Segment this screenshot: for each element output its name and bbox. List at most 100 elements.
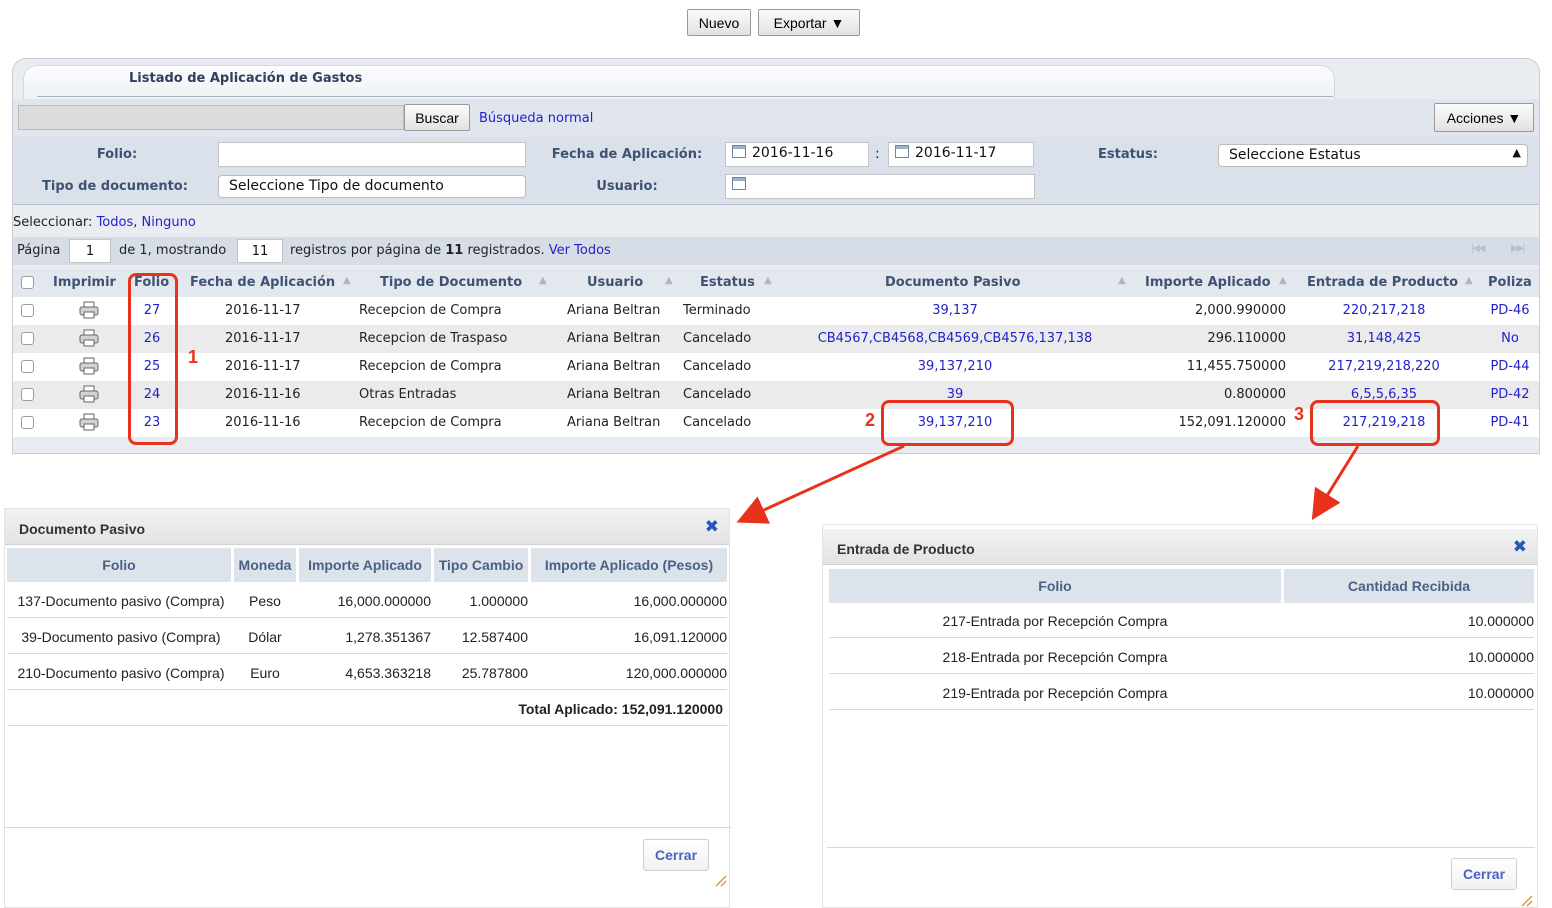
cerrar-button[interactable]: Cerrar: [643, 839, 709, 871]
table-row: 26 2016-11-17 Recepcion de Traspaso Ariana …: [13, 325, 1539, 353]
ep-footer-divider: [827, 847, 1535, 848]
row-documento-pasivo-link[interactable]: 39,137,210: [793, 359, 1117, 374]
printer-icon[interactable]: [79, 413, 99, 431]
printer-icon[interactable]: [79, 385, 99, 403]
dp-cell: 16,000.000000: [337, 593, 431, 609]
highlight-folio-column: [128, 273, 178, 445]
resize-grip-icon[interactable]: [1519, 893, 1533, 907]
printer-icon[interactable]: [79, 301, 99, 319]
usuario-input[interactable]: [725, 174, 1035, 199]
row-checkbox[interactable]: [21, 332, 34, 345]
dp-cell: 1,278.351367: [345, 629, 431, 645]
tipo-documento-select-value: Seleccione Tipo de documento: [229, 178, 444, 194]
dialog-title-bar[interactable]: Entrada de Producto ✖: [823, 529, 1537, 565]
col-usuario[interactable]: Usuario: [587, 275, 643, 290]
row-usuario: Ariana Beltran: [567, 387, 661, 402]
col-documento-pasivo[interactable]: Documento Pasivo: [885, 275, 1021, 290]
close-icon[interactable]: ✖: [705, 517, 719, 537]
last-page-icon[interactable]: ▶▶|: [1511, 243, 1526, 254]
col-importe-aplicado[interactable]: Importe Aplicado: [1145, 275, 1271, 290]
dialog-title-bar[interactable]: Documento Pasivo ✖: [5, 509, 729, 545]
nuevo-button[interactable]: Nuevo: [687, 9, 751, 36]
printer-icon[interactable]: [79, 357, 99, 375]
row-tipo: Otras Entradas: [359, 387, 457, 402]
row-tipo: Recepcion de Compra: [359, 303, 502, 318]
gastos-panel: Listado de Aplicación de Gastos Buscar B…: [12, 58, 1540, 454]
table-row: 27 2016-11-17 Recepcion de Compra Ariana Be…: [13, 297, 1539, 325]
busqueda-normal-link[interactable]: Búsqueda normal: [479, 111, 593, 126]
sort-icon[interactable]: ▲: [343, 275, 351, 286]
row-checkbox[interactable]: [21, 304, 34, 317]
close-icon[interactable]: ✖: [1513, 537, 1527, 557]
first-page-icon[interactable]: |◀◀: [1471, 243, 1486, 254]
resize-grip-icon[interactable]: [713, 873, 727, 887]
calendar-icon[interactable]: [895, 145, 909, 158]
dp-footer-divider: [5, 827, 731, 828]
row-poliza-link[interactable]: No: [1483, 331, 1537, 346]
filter-area: Folio: Fecha de Aplicación: 2016-11-16 :…: [13, 137, 1539, 205]
search-bar: Buscar Búsqueda normal Acciones ▼: [13, 99, 1539, 137]
col-poliza[interactable]: Poliza: [1488, 275, 1532, 290]
select-all-checkbox[interactable]: [21, 276, 34, 289]
sort-icon[interactable]: ▲: [764, 275, 772, 286]
ep-cell-folio: 217-Entrada por Recepción Compra: [942, 613, 1168, 629]
page-input[interactable]: 1: [69, 239, 111, 263]
row-poliza-link[interactable]: PD-41: [1483, 415, 1537, 430]
row-checkbox[interactable]: [21, 360, 34, 373]
row-poliza-link[interactable]: PD-42: [1483, 387, 1537, 402]
pagina-label: Página: [17, 243, 61, 258]
col-tipo-documento[interactable]: Tipo de Documento: [380, 275, 522, 290]
per-page-input[interactable]: 11: [237, 239, 283, 263]
dp-cell: 25.787800: [461, 665, 528, 681]
dp-cell: 120,000.000000: [625, 665, 727, 681]
row-documento-pasivo-link[interactable]: CB4567,CB4568,CB4569,CB4576,137,138: [793, 331, 1117, 346]
exportar-button[interactable]: Exportar ▼: [758, 9, 860, 36]
folio-input[interactable]: [218, 142, 526, 167]
search-input[interactable]: [18, 105, 404, 130]
sort-icon[interactable]: ▲: [1465, 275, 1473, 286]
registros-text: registros por página de 11 registrados. …: [290, 243, 611, 258]
dp-col-folio: Folio: [7, 548, 231, 582]
row-entrada-producto-link[interactable]: 31,148,425: [1309, 331, 1459, 346]
col-estatus[interactable]: Estatus: [700, 275, 755, 290]
buscar-button[interactable]: Buscar: [404, 104, 470, 131]
row-checkbox[interactable]: [21, 388, 34, 401]
fecha-hasta-input[interactable]: 2016-11-17: [888, 142, 1034, 167]
cerrar-button[interactable]: Cerrar: [1451, 858, 1517, 890]
row-tipo: Recepcion de Compra: [359, 415, 502, 430]
list-icon[interactable]: [732, 177, 746, 190]
row-estatus: Terminado: [683, 303, 751, 318]
row-entrada-producto-link[interactable]: 217,219,218,220: [1309, 359, 1459, 374]
sort-icon[interactable]: ▲: [665, 275, 673, 286]
printer-icon[interactable]: [79, 329, 99, 347]
calendar-icon[interactable]: [732, 145, 746, 158]
acciones-button[interactable]: Acciones ▼: [1434, 103, 1534, 132]
select-all-link[interactable]: Todos: [97, 215, 134, 230]
fecha-desde-input[interactable]: 2016-11-16: [725, 142, 869, 167]
row-documento-pasivo-link[interactable]: 39,137: [793, 303, 1117, 318]
fecha-desde-value: 2016-11-16: [752, 145, 834, 161]
ep-col-cantidad: Cantidad Recibida: [1284, 569, 1534, 603]
sort-icon[interactable]: ▲: [539, 275, 547, 286]
selection-row: Seleccionar: Todos, Ninguno: [13, 215, 196, 230]
ver-todos-link[interactable]: Ver Todos: [549, 243, 611, 258]
sort-icon[interactable]: ▲: [1279, 275, 1287, 286]
select-none-link[interactable]: Ninguno: [142, 215, 196, 230]
row-fecha: 2016-11-16: [225, 415, 301, 430]
tipo-documento-select[interactable]: Seleccione Tipo de documento: [218, 175, 526, 198]
row-poliza-link[interactable]: PD-46: [1483, 303, 1537, 318]
row-poliza-link[interactable]: PD-44: [1483, 359, 1537, 374]
total-records: 11: [445, 243, 464, 258]
col-fecha-aplicacion[interactable]: Fecha de Aplicación: [190, 275, 335, 290]
col-imprimir[interactable]: Imprimir: [53, 275, 116, 290]
row-entrada-producto-link[interactable]: 220,217,218: [1309, 303, 1459, 318]
folio-label: Folio:: [96, 147, 138, 162]
dialog-title: Entrada de Producto: [837, 541, 975, 557]
ep-cell-cantidad: 10.000000: [1467, 685, 1534, 701]
estatus-select[interactable]: Seleccione Estatus ▲: [1218, 144, 1528, 167]
row-checkbox[interactable]: [21, 416, 34, 429]
pager: Página 1 de 1, mostrando 11 registros po…: [13, 237, 1539, 265]
sort-icon[interactable]: ▲: [1118, 275, 1126, 286]
dp-col-importe-pesos: Importe Aplicado (Pesos): [531, 548, 727, 582]
col-entrada-producto[interactable]: Entrada de Producto: [1307, 275, 1458, 290]
